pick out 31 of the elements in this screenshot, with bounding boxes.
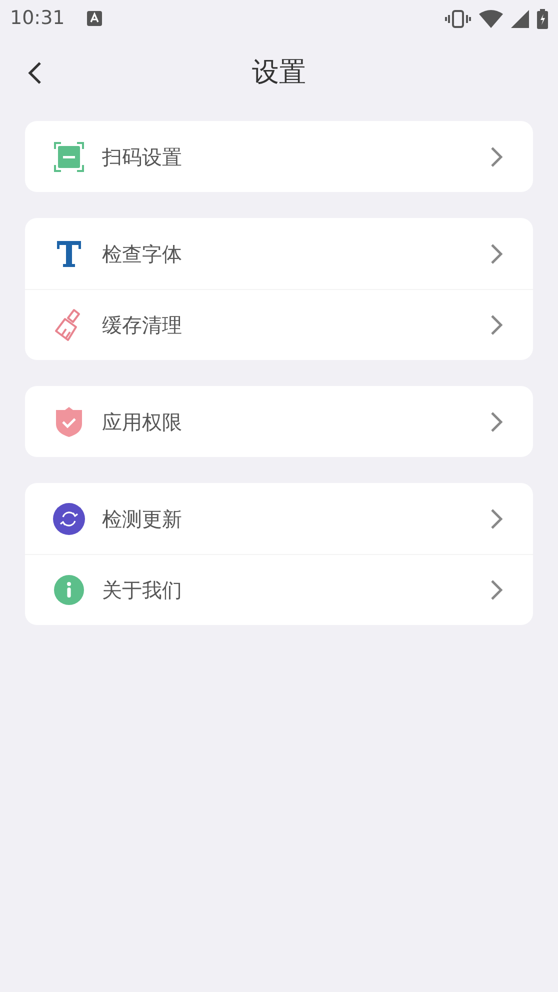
back-icon [28,61,42,85]
settings-row[interactable]: 检查字体 [25,218,533,289]
settings-row[interactable]: 缓存清理 [25,289,533,360]
refresh-icon [53,502,85,534]
shield-check-icon [56,406,82,436]
settings-row[interactable]: 检测更新 [25,483,533,554]
vibrate-icon [445,8,471,28]
settings-row[interactable]: 关于我们 [25,554,533,625]
status-time: 10:31 [10,6,65,32]
row-label: 缓存清理 [102,312,183,339]
chevron-right-icon [490,314,503,336]
row-label: 检测更新 [102,506,183,532]
page-title: 设置 [252,56,306,90]
signal-icon [511,10,529,28]
chevron-right-icon [490,508,503,530]
scan-icon [54,142,84,172]
serif-t-icon [57,240,81,266]
wifi-icon [479,10,503,28]
row-label: 检查字体 [102,240,183,268]
chevron-right-icon [490,242,503,264]
settings-row[interactable]: 扫码设置 [25,121,533,192]
row-label: 扫码设置 [102,144,183,170]
chevron-right-icon [490,410,503,432]
chevron-right-icon [490,146,503,168]
row-label: 关于我们 [102,577,183,604]
keyboard-icon [86,11,102,26]
chevron-right-icon [490,579,503,601]
row-label: 应用权限 [102,408,183,436]
info-icon [54,575,84,605]
battery-icon [537,8,548,28]
settings-row[interactable]: 应用权限 [25,386,533,457]
